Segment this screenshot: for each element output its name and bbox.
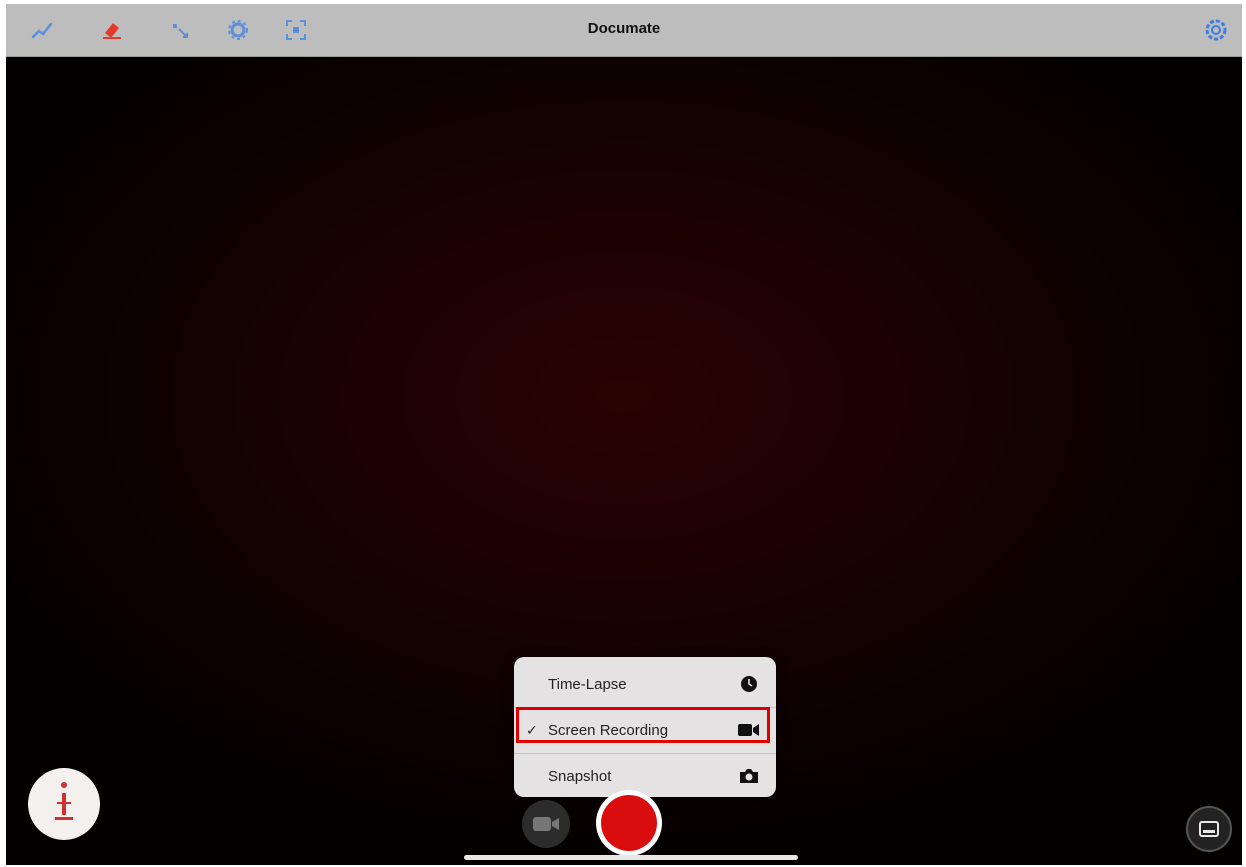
- menu-item-label: Snapshot: [548, 767, 612, 785]
- video-camera-icon: [533, 817, 559, 831]
- microphone-stand-icon: [55, 782, 73, 820]
- gallery-icon: [1199, 821, 1219, 837]
- checkmark-icon: ✓: [526, 721, 538, 738]
- gallery-button[interactable]: [1186, 806, 1232, 852]
- record-indicator: [601, 795, 657, 851]
- camera-switch-button[interactable]: [522, 800, 570, 848]
- camera-icon: [738, 767, 760, 785]
- home-indicator[interactable]: [464, 855, 798, 860]
- device-frame: Documate Time-Lapse ✓ Screen Recording S…: [0, 0, 1246, 867]
- capture-mode-menu: Time-Lapse ✓ Screen Recording Snapshot: [514, 657, 776, 797]
- menu-item-time-lapse[interactable]: Time-Lapse: [514, 662, 776, 706]
- top-toolbar: Documate: [6, 4, 1242, 57]
- menu-item-label: Time-Lapse: [548, 675, 627, 693]
- menu-item-screen-recording[interactable]: ✓ Screen Recording: [514, 708, 776, 752]
- video-camera-icon: [738, 721, 760, 739]
- app-title: Documate: [587, 20, 661, 37]
- menu-item-label: Screen Recording: [548, 721, 669, 739]
- record-button[interactable]: [596, 790, 662, 856]
- settings-button[interactable]: [1200, 14, 1232, 46]
- app-screen: Documate Time-Lapse ✓ Screen Recording S…: [6, 4, 1242, 865]
- menu-item-snapshot[interactable]: Snapshot: [514, 754, 776, 798]
- settings-gear-icon: [1205, 19, 1227, 41]
- clock-icon: [738, 675, 760, 693]
- microphone-button[interactable]: [28, 768, 100, 840]
